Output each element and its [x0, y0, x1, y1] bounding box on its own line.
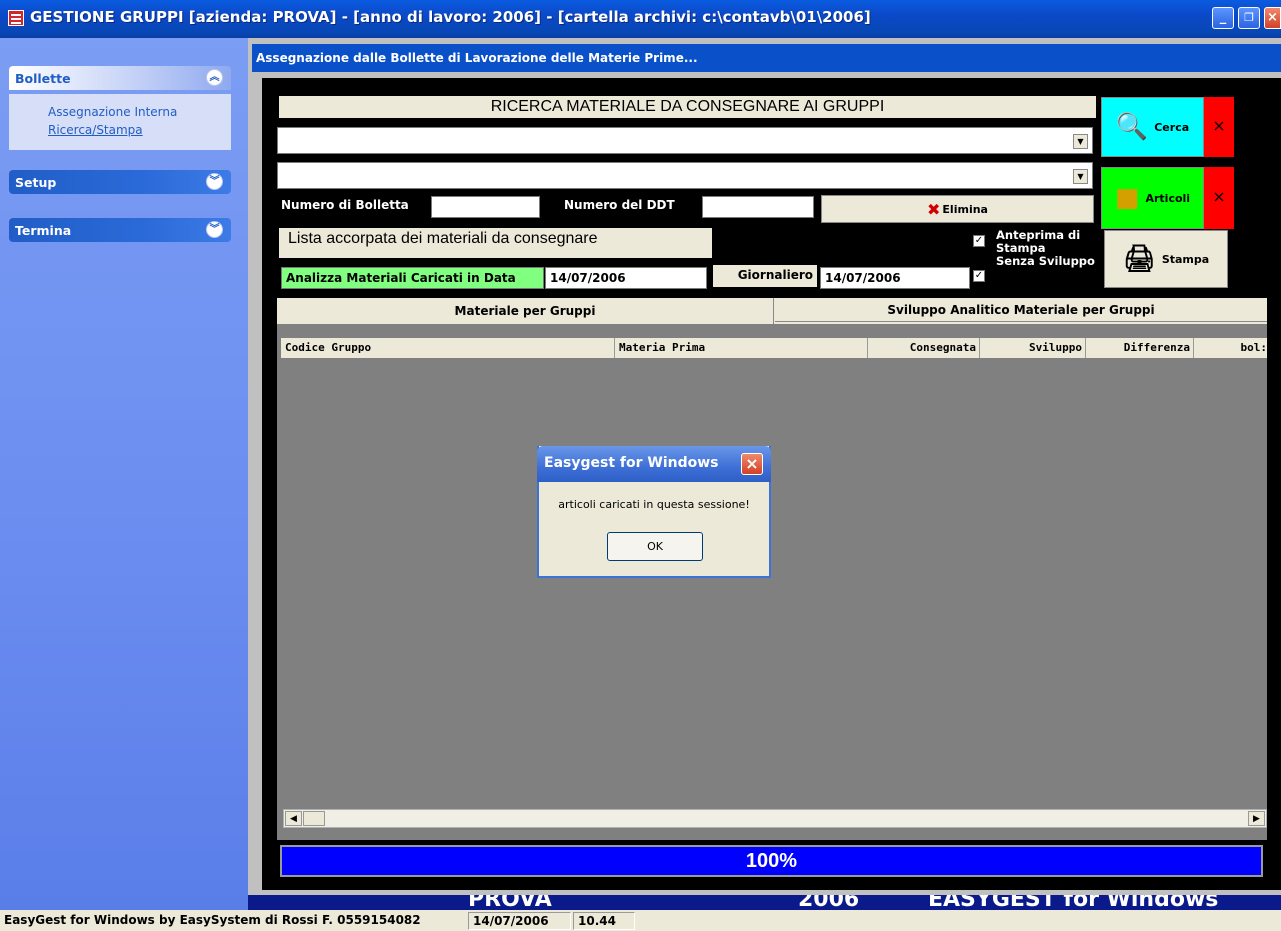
clear-x-icon: ×: [1212, 187, 1226, 206]
list-title: Lista accorpata dei materiali da consegn…: [279, 228, 712, 258]
sidebar-group-bollette[interactable]: Bollette ︽: [9, 66, 231, 90]
column-header-materia-prima[interactable]: Materia Prima: [615, 338, 868, 358]
anteprima-label-1: Anteprima di: [996, 228, 1081, 242]
horizontal-scrollbar[interactable]: ◀ ▶: [283, 809, 1267, 828]
sidebar-item-ricerca-stampa[interactable]: Ricerca/Stampa: [48, 123, 143, 137]
status-date: 14/07/2006: [468, 912, 571, 930]
sidebar-group-label: Termina: [15, 223, 72, 238]
sidebar-group-bollette-body: Assegnazione Interna Ricerca/Stampa: [9, 94, 231, 150]
status-company: EasyGest for Windows by EasySystem di Ro…: [4, 913, 421, 927]
background-company: PROVA: [468, 895, 552, 910]
cerca-clear-button[interactable]: ×: [1204, 97, 1234, 157]
dialog-ok-button[interactable]: OK: [607, 532, 703, 561]
clear-x-icon: ×: [1212, 116, 1226, 135]
background-product: EASYGEST for Windows: [928, 895, 1219, 910]
scroll-left-icon[interactable]: ◀: [285, 811, 302, 826]
sidebar-item-assegnazione-interna[interactable]: Assegnazione Interna: [48, 105, 177, 119]
search-header: RICERCA MATERIALE DA CONSEGNARE AI GRUPP…: [279, 96, 1096, 118]
anteprima-checkbox[interactable]: ✓: [973, 235, 985, 247]
form-subtitle-bar: Assegnazione dalle Bollette di Lavorazio…: [252, 44, 1281, 72]
printer-icon: 🖨: [1122, 244, 1156, 274]
background-year: 2006: [798, 895, 860, 910]
dropdown-arrow-icon[interactable]: ▼: [1073, 169, 1088, 184]
window-title-bar[interactable]: GESTIONE GRUPPI [azienda: PROVA] - [anno…: [0, 0, 1281, 38]
analizza-button[interactable]: Analizza Materiali Caricati in Data: [281, 267, 544, 289]
minimize-icon: _: [1219, 10, 1227, 25]
giornaliero-label: Giornaliero: [713, 265, 817, 287]
bolletta-input[interactable]: [431, 196, 540, 218]
ddt-label: Numero del DDT: [564, 198, 675, 212]
app-icon[interactable]: [8, 10, 24, 26]
cerca-button[interactable]: 🔍 Cerca: [1101, 97, 1204, 157]
search-magnifier-icon: 🔍: [1115, 112, 1149, 142]
stampa-label: Stampa: [1161, 252, 1210, 266]
search-combo-1[interactable]: ▼: [277, 127, 1093, 154]
minimize-button[interactable]: _: [1212, 7, 1234, 29]
sidebar-group-label: Setup: [15, 175, 57, 190]
tab-sviluppo-analitico[interactable]: Sviluppo Analitico Materiale per Gruppi: [775, 298, 1267, 322]
restore-button[interactable]: ❐: [1238, 7, 1260, 29]
progress-bar: 100%: [280, 845, 1263, 877]
articoli-label: Articoli: [1145, 191, 1191, 205]
sidebar: [0, 38, 248, 910]
sidebar-group-termina[interactable]: Termina ︾: [9, 218, 231, 242]
dialog-message: articoli caricati in questa sessione!: [558, 498, 750, 511]
column-header-consegnata[interactable]: Consegnata: [868, 338, 980, 358]
sidebar-group-label: Bollette: [15, 71, 71, 86]
delete-icon: ✖: [927, 199, 941, 219]
articoli-button[interactable]: ■ Articoli: [1101, 167, 1204, 229]
articoli-clear-button[interactable]: ×: [1204, 167, 1234, 229]
tab-materiale-per-gruppi[interactable]: Materiale per Gruppi: [277, 298, 774, 324]
window-title: GESTIONE GRUPPI [azienda: PROVA] - [anno…: [30, 8, 871, 26]
dialog-title: Easygest for Windows: [544, 455, 719, 471]
bolletta-label: Numero di Bolletta: [281, 198, 409, 212]
stampa-button[interactable]: 🖨 Stampa: [1104, 230, 1228, 288]
column-header-sviluppo[interactable]: Sviluppo: [980, 338, 1086, 358]
grid-header: Codice Gruppo Materia Prima Consegnata S…: [281, 338, 1267, 358]
chevron-up-icon[interactable]: ︽: [206, 69, 223, 86]
column-header-bol[interactable]: bol:: [1194, 338, 1268, 358]
status-bar: EasyGest for Windows by EasySystem di Ro…: [0, 910, 1281, 931]
scroll-thumb[interactable]: [303, 811, 325, 826]
ddt-input[interactable]: [702, 196, 814, 218]
background-strip: PROVA 2006 EASYGEST for Windows: [248, 895, 1281, 910]
chevron-down-icon[interactable]: ︾: [206, 173, 223, 190]
form-subtitle: Assegnazione dalle Bollette di Lavorazio…: [256, 51, 698, 65]
analizza-date-input[interactable]: 14/07/2006: [545, 267, 707, 289]
elimina-label: Elimina: [942, 202, 988, 216]
senza-sviluppo-label: Senza Sviluppo: [996, 254, 1095, 268]
restore-icon: ❐: [1244, 11, 1254, 24]
scroll-right-icon[interactable]: ▶: [1248, 811, 1265, 826]
anteprima-label-2: Stampa: [996, 241, 1046, 255]
dialog-title-bar[interactable]: Easygest for Windows ×: [537, 446, 771, 482]
cerca-label: Cerca: [1154, 120, 1190, 134]
search-combo-2[interactable]: ▼: [277, 162, 1093, 189]
chevron-down-icon[interactable]: ︾: [206, 221, 223, 238]
dialog-close-button[interactable]: ×: [741, 453, 763, 475]
close-window-button[interactable]: ×: [1264, 7, 1281, 29]
close-icon: ×: [745, 454, 759, 473]
boxes-icon: ■: [1114, 183, 1140, 213]
elimina-button[interactable]: ✖ Elimina: [821, 195, 1094, 223]
status-time: 10.44: [573, 912, 635, 930]
dropdown-arrow-icon[interactable]: ▼: [1073, 134, 1088, 149]
giornaliero-date-input[interactable]: 14/07/2006: [820, 267, 970, 289]
sidebar-group-setup[interactable]: Setup ︾: [9, 170, 231, 194]
close-icon: ×: [1267, 10, 1278, 25]
column-header-differenza[interactable]: Differenza: [1086, 338, 1194, 358]
data-grid[interactable]: [277, 324, 1267, 840]
senza-sviluppo-checkbox[interactable]: ✓: [973, 270, 985, 282]
column-header-codice-gruppo[interactable]: Codice Gruppo: [281, 338, 615, 358]
